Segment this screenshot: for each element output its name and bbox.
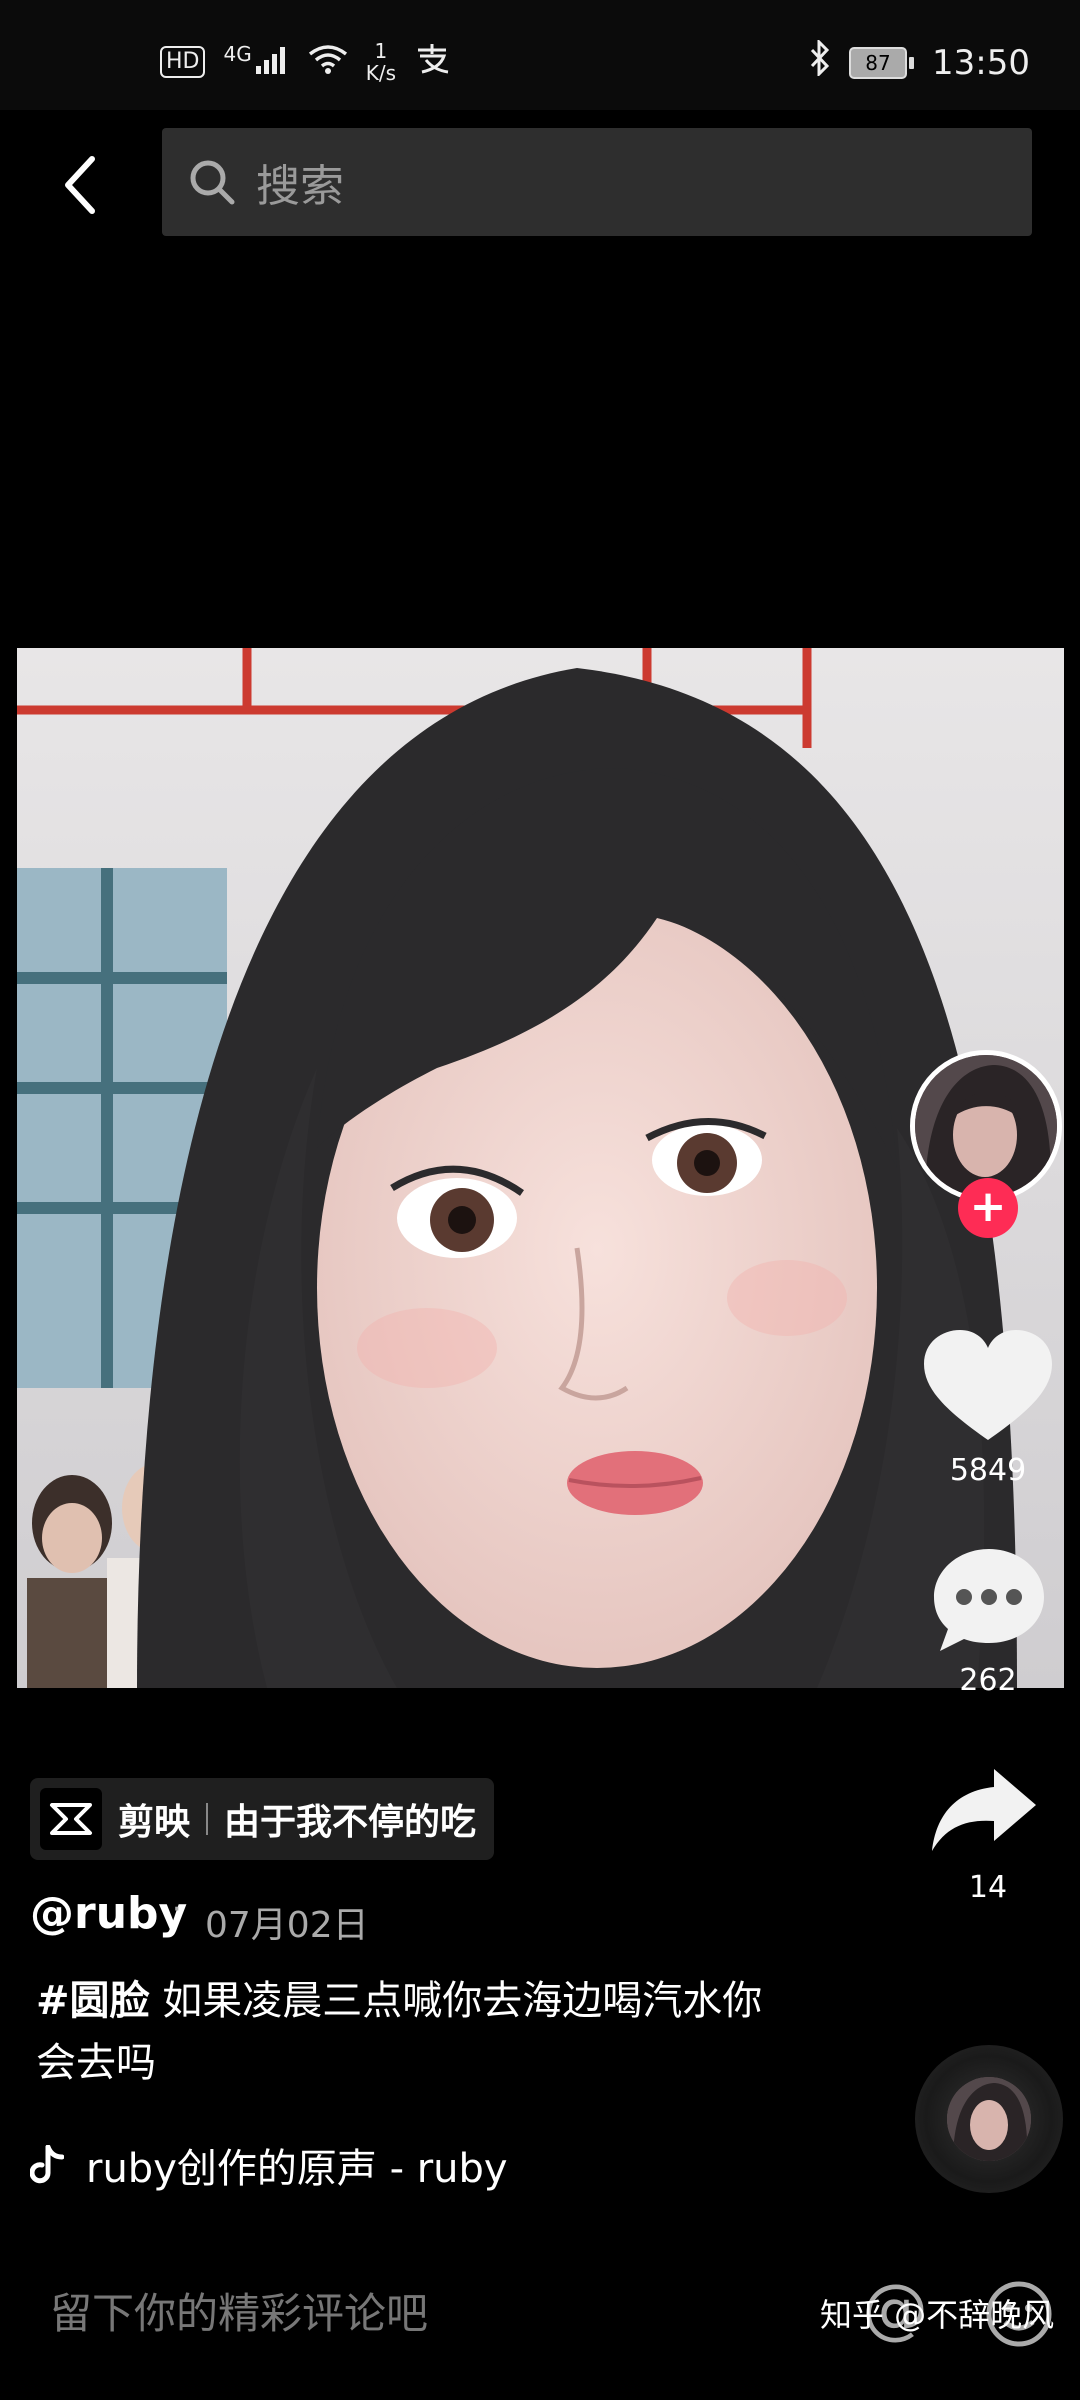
bluetooth-icon [809, 38, 831, 85]
divider [206, 1803, 209, 1835]
chevron-left-icon [65, 156, 95, 214]
net-speed: 1 K/s [366, 40, 396, 84]
caption: #圆脸 如果凌晨三点喊你去海边喝汽水你会去吗 [36, 1970, 796, 2094]
post-date: 07月02日 [205, 1905, 369, 1946]
battery-icon: 87 [849, 46, 915, 79]
signal-icon [255, 44, 290, 81]
capcut-logo-icon [40, 1788, 102, 1850]
status-left: HD 4G 1 K/s [160, 40, 450, 84]
author-handle[interactable]: @ruby [30, 1888, 187, 1939]
wifi-icon [308, 44, 348, 81]
back-button[interactable] [40, 140, 120, 230]
capcut-app-name: 剪映 [118, 1802, 191, 1843]
battery-level: 87 [849, 46, 908, 79]
share-button[interactable] [928, 1765, 1040, 1859]
hashtag[interactable]: #圆脸 [36, 1978, 150, 2024]
follow-button[interactable]: + [958, 1178, 1018, 1238]
hd-badge: HD [160, 46, 206, 78]
avatar-image [915, 1055, 1057, 1197]
dot-separator: · [172, 1892, 182, 1927]
search-input[interactable]: 搜索 [162, 128, 1032, 236]
comment-input[interactable]: 留下你的精彩评论吧 [50, 2280, 428, 2341]
comment-count: 262 [959, 1663, 1017, 1698]
capcut-template-chip[interactable]: 剪映 由于我不停的吃 [30, 1778, 495, 1860]
heart-icon [924, 1330, 1052, 1440]
network-label: 4G [223, 42, 252, 66]
watermark: 知乎 @不辞晚风 [820, 2296, 1055, 2334]
plus-icon: + [969, 1181, 1007, 1232]
music-disc[interactable] [915, 2045, 1063, 2193]
like-button[interactable] [918, 1328, 1058, 1452]
like-count: 5849 [949, 1453, 1027, 1488]
status-bar: HD 4G 1 K/s 87 13:50 [0, 0, 1080, 110]
music-label: ruby创作的原声 - ruby [86, 2146, 508, 2192]
clock: 13:50 [932, 42, 1030, 83]
share-icon [932, 1769, 1036, 1851]
share-count: 14 [968, 1870, 1008, 1905]
music-disc-cover [947, 2077, 1031, 2161]
search-placeholder: 搜索 [256, 161, 344, 212]
music-row[interactable]: ruby创作的原声 - ruby [30, 2136, 508, 2194]
alipay-icon [414, 42, 450, 83]
search-icon [190, 160, 235, 205]
selfie-photo [17, 648, 1064, 1688]
net-speed-unit: K/s [365, 61, 396, 85]
comment-icon [934, 1549, 1044, 1651]
net-speed-value: 1 [374, 39, 388, 63]
video-frame[interactable] [17, 648, 1064, 1688]
comment-button[interactable] [930, 1545, 1048, 1659]
music-note-icon [30, 2145, 64, 2184]
status-right: 87 13:50 [809, 38, 1030, 85]
capcut-template-title: 由于我不停的吃 [224, 1802, 477, 1843]
